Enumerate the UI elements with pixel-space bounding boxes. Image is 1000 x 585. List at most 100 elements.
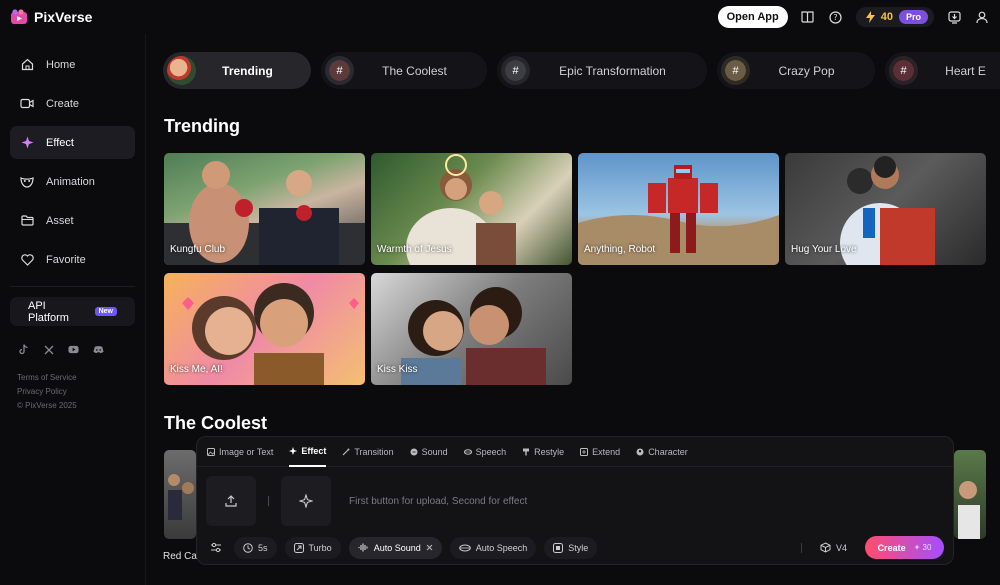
tab-extend[interactable]: Extend <box>580 437 620 467</box>
chip-epic-transformation[interactable]: # Epic Transformation <box>497 52 707 89</box>
logo[interactable]: PixVerse <box>10 9 92 25</box>
effect-card[interactable]: Warmth of Jesus <box>371 153 572 265</box>
tab-restyle[interactable]: Restyle <box>522 437 564 467</box>
composer-tabs: Image or Text Effect Transition Sound Sp… <box>197 437 953 467</box>
sidebar: Home Create Effect Animation Asset Favor… <box>0 34 146 585</box>
effect-card[interactable]: Hug Your Love <box>785 153 986 265</box>
privacy-link[interactable]: Privacy Policy <box>17 385 135 399</box>
tab-character[interactable]: Character <box>636 437 688 467</box>
terms-link[interactable]: Terms of Service <box>17 371 135 385</box>
options-row: 5s Turbo Auto Sound Auto Speech Style V4… <box>197 536 953 559</box>
hashtag-icon: # <box>721 56 750 85</box>
credits-pill[interactable]: 40 Pro <box>855 7 934 27</box>
separator <box>800 542 802 553</box>
section-title-trending: Trending <box>164 116 240 136</box>
sidebar-item-home[interactable]: Home <box>10 48 135 81</box>
waveform-icon <box>358 543 368 552</box>
chip-label: Crazy Pop <box>778 63 835 78</box>
tab-speech[interactable]: Speech <box>463 437 506 467</box>
user-icon[interactable] <box>974 9 990 25</box>
chip-label: Trending <box>222 63 273 78</box>
create-button[interactable]: Create ✦ 30 <box>865 536 944 559</box>
effect-card[interactable]: Kiss Kiss <box>371 273 572 385</box>
tab-label: Sound <box>421 446 448 457</box>
auto-speech-toggle[interactable]: Auto Speech <box>449 536 537 559</box>
tab-label: Extend <box>592 446 621 457</box>
character-icon <box>636 448 644 455</box>
sidebar-item-create[interactable]: Create <box>10 87 135 120</box>
effect-card[interactable]: Kiss Me, AI! <box>164 273 365 385</box>
sidebar-item-effect[interactable]: Effect <box>10 126 135 159</box>
hashtag-icon: # <box>501 56 530 85</box>
tab-label: Restyle <box>534 446 565 457</box>
chip-the-coolest[interactable]: # The Coolest <box>321 52 487 89</box>
effect-picker-button[interactable] <box>281 476 331 526</box>
mask-icon <box>20 175 34 189</box>
book-icon[interactable] <box>800 9 816 25</box>
lightning-icon <box>865 11 875 23</box>
youtube-icon[interactable] <box>68 344 79 355</box>
effect-card[interactable] <box>164 450 196 539</box>
separator <box>268 496 269 506</box>
duration-value: 5s <box>258 542 268 553</box>
chip-label: Heart E <box>945 63 986 78</box>
tab-effect[interactable]: Effect <box>289 437 327 467</box>
tab-transition[interactable]: Transition <box>342 437 394 467</box>
sidebar-item-label: Animation <box>46 175 95 188</box>
lips-icon <box>458 544 471 551</box>
tiktok-icon[interactable] <box>18 344 29 355</box>
open-app-button[interactable]: Open App <box>717 6 788 28</box>
sparkle-icon <box>289 446 298 455</box>
brush-icon <box>523 448 530 455</box>
x-icon[interactable] <box>43 344 54 355</box>
effect-card[interactable]: Anything, Robot <box>578 153 779 265</box>
category-chips: Trending # The Coolest # Epic Transforma… <box>163 52 1000 90</box>
card-label: Kungfu Club <box>170 244 226 255</box>
duration-button[interactable]: 5s <box>234 536 277 559</box>
tab-image-or-text[interactable]: Image or Text <box>207 437 273 467</box>
api-platform-button[interactable]: API Platform New <box>10 297 135 326</box>
svg-text:?: ? <box>834 13 838 22</box>
sidebar-item-favorite[interactable]: Favorite <box>10 243 135 276</box>
cube-icon <box>820 542 831 553</box>
upload-hint: First button for upload, Second for effe… <box>349 495 528 507</box>
help-icon[interactable]: ? <box>828 9 844 25</box>
upload-button[interactable] <box>206 476 256 526</box>
chip-trending[interactable]: Trending <box>163 52 311 89</box>
card-label: Anything, Robot <box>584 244 656 255</box>
wand-icon <box>342 448 350 455</box>
extend-icon <box>580 447 589 456</box>
upload-row: First button for upload, Second for effe… <box>197 467 953 535</box>
sidebar-item-asset[interactable]: Asset <box>10 204 135 237</box>
image-icon <box>207 447 215 456</box>
hashtag-icon: # <box>889 56 918 85</box>
card-label: Hug Your Love <box>791 244 857 255</box>
turbo-toggle[interactable]: Turbo <box>284 536 341 559</box>
card-label: Kiss Me, AI! <box>170 364 223 375</box>
tab-sound[interactable]: Sound <box>410 437 448 467</box>
heart-icon <box>20 253 34 267</box>
pixverse-logo-icon <box>11 9 27 24</box>
card-thumbnail <box>168 474 194 520</box>
chip-label: The Coolest <box>382 63 447 78</box>
effect-card[interactable]: Kungfu Club <box>164 153 365 265</box>
social-links <box>18 344 135 355</box>
effect-card[interactable] <box>954 450 986 539</box>
folder-icon <box>20 214 34 228</box>
sidebar-item-animation[interactable]: Animation <box>10 165 135 198</box>
auto-sound-toggle[interactable]: Auto Sound <box>348 536 442 559</box>
settings-button[interactable] <box>206 537 226 559</box>
chip-crazy-pop[interactable]: # Crazy Pop <box>717 52 875 89</box>
pro-badge[interactable]: Pro <box>898 10 928 24</box>
turbo-label: Turbo <box>308 542 332 553</box>
create-cost-value: 30 <box>922 543 932 552</box>
sound-icon <box>410 448 418 455</box>
download-icon[interactable] <box>946 9 962 25</box>
chip-heart[interactable]: # Heart E <box>885 52 1000 89</box>
close-icon[interactable] <box>426 544 433 551</box>
model-selector[interactable]: V4 <box>820 542 847 553</box>
tab-label: Effect <box>301 445 327 456</box>
discord-icon[interactable] <box>93 344 104 355</box>
home-icon <box>20 58 34 72</box>
style-button[interactable]: Style <box>544 536 598 559</box>
